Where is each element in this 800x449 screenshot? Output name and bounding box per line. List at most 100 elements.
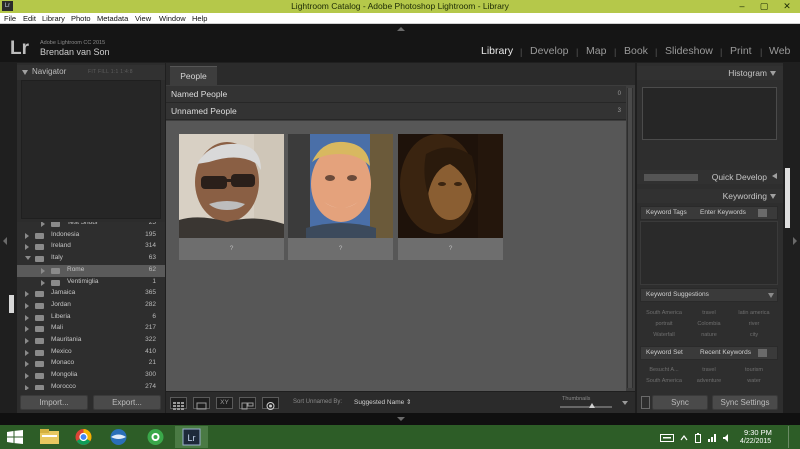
folder-collapsed-icon[interactable] <box>25 314 29 321</box>
keyword-suggestion[interactable]: Waterfall <box>641 332 687 338</box>
keyword-suggestion[interactable]: city <box>731 332 777 338</box>
folder-row[interactable]: Monaco 21 <box>17 358 165 370</box>
network-icon[interactable] <box>707 433 717 445</box>
module-develop[interactable]: Develop <box>530 45 569 57</box>
keyword-suggestion[interactable]: South America <box>641 310 687 316</box>
volume-icon[interactable] <box>722 433 732 445</box>
thumbnail-slider-handle[interactable] <box>589 403 595 408</box>
keyword-suggestion[interactable]: river <box>731 321 777 327</box>
folder-row[interactable]: Mali 217 <box>17 323 165 335</box>
maximize-button[interactable]: ▢ <box>752 0 776 13</box>
tray-up-arrow-icon[interactable] <box>680 433 688 445</box>
grid-view-icon[interactable] <box>170 397 187 410</box>
face-cell[interactable]: ? <box>398 134 503 260</box>
keyword-set-dropdown-arrow-icon[interactable] <box>758 349 767 357</box>
module-map[interactable]: Map <box>586 45 606 57</box>
windows-start-icon[interactable] <box>7 430 23 444</box>
histogram-toggle-icon[interactable] <box>770 71 776 76</box>
module-book[interactable]: Book <box>624 45 648 57</box>
folder-row[interactable]: Italy 63 <box>17 253 165 265</box>
folder-row[interactable]: Liberia 6 <box>17 312 165 324</box>
toolbar-menu-icon[interactable] <box>622 401 628 405</box>
sync-button[interactable]: Sync <box>652 395 708 410</box>
keyword-suggestion[interactable]: portrait <box>641 321 687 327</box>
named-people-header[interactable]: Named People 0 <box>166 86 626 103</box>
navigator-preview[interactable] <box>21 80 161 219</box>
close-button[interactable]: ✕ <box>775 0 799 13</box>
face-name-label[interactable]: ? <box>398 245 503 252</box>
menu-metadata[interactable]: Metadata <box>97 13 128 24</box>
histogram-header[interactable]: Histogram <box>637 66 783 80</box>
folder-row[interactable]: Jordan 282 <box>17 300 165 312</box>
export-button[interactable]: Export... <box>93 395 161 410</box>
face-thumbnail[interactable] <box>398 134 503 238</box>
unnamed-people-header[interactable]: Unnamed People 3 <box>166 103 626 120</box>
folder-collapsed-icon[interactable] <box>25 349 29 356</box>
keyword-set-item[interactable]: Besucht A... <box>641 367 687 373</box>
keyword-suggestion[interactable]: travel <box>686 310 732 316</box>
keyword-set-item[interactable]: adventure <box>686 378 732 384</box>
folder-row[interactable]: Mauritania 322 <box>17 335 165 347</box>
sort-dropdown[interactable]: Suggested Name ⇕ <box>354 398 411 406</box>
folder-collapsed-icon[interactable] <box>25 232 29 239</box>
face-thumbnail[interactable] <box>179 134 284 238</box>
keyword-suggestion[interactable]: Colombia <box>686 321 732 327</box>
navigator-zoom-options[interactable]: FIT FILL 1:1 1:4:8 <box>88 69 133 75</box>
module-slideshow[interactable]: Slideshow <box>665 45 713 57</box>
keywording-header[interactable]: Keywording <box>637 189 783 203</box>
folder-expanded-icon[interactable] <box>25 256 31 261</box>
battery-icon[interactable] <box>694 433 702 445</box>
module-library[interactable]: Library <box>481 45 513 57</box>
menu-edit[interactable]: Edit <box>23 13 36 24</box>
people-view-icon[interactable] <box>262 397 279 410</box>
compare-view-icon[interactable]: XY <box>216 397 233 409</box>
collapse-top-icon[interactable] <box>397 27 405 31</box>
folder-collapsed-icon[interactable] <box>25 338 29 344</box>
lightroom-taskbar-icon[interactable]: Lr <box>175 426 208 448</box>
maps-app-icon[interactable] <box>139 426 172 448</box>
keyword-suggestion[interactable]: nature <box>686 332 732 338</box>
folder-row[interactable]: Ireland 314 <box>17 241 165 253</box>
face-thumbnail[interactable] <box>288 134 393 238</box>
folder-collapsed-icon[interactable] <box>25 384 29 390</box>
folder-row[interactable]: Jamaica 365 <box>17 288 165 300</box>
folder-row[interactable]: Morocco 274 <box>17 382 165 390</box>
folder-collapsed-icon[interactable] <box>41 279 45 286</box>
keyword-tags-dropdown[interactable]: Enter Keywords <box>700 209 746 216</box>
taskbar-date[interactable]: 4/22/2015 <box>740 438 771 445</box>
keyword-tags-dropdown-arrow-icon[interactable] <box>758 209 767 217</box>
keyword-tags-input[interactable] <box>640 221 778 285</box>
folder-collapsed-icon[interactable] <box>41 222 45 227</box>
loupe-view-icon[interactable] <box>193 397 210 410</box>
chrome-icon[interactable] <box>67 426 100 448</box>
keyword-set-item[interactable]: South America <box>641 378 687 384</box>
keyword-suggestions-header[interactable]: Keyword Suggestions <box>640 288 778 302</box>
thunderbird-icon[interactable] <box>102 426 135 448</box>
folder-collapsed-icon[interactable] <box>25 361 29 368</box>
right-panel-scrollbar[interactable] <box>785 168 790 228</box>
keyword-suggestion[interactable]: latin america <box>731 310 777 316</box>
keyboard-icon[interactable] <box>660 433 674 445</box>
folder-collapsed-icon[interactable] <box>41 267 45 274</box>
folder-collapsed-icon[interactable] <box>25 373 29 380</box>
keyword-suggestions-toggle-icon[interactable] <box>768 293 774 298</box>
face-cell[interactable]: ? <box>288 134 393 260</box>
menu-file[interactable]: File <box>4 13 16 24</box>
collapse-left-icon[interactable] <box>3 237 7 245</box>
keyword-set-item[interactable]: tourism <box>731 367 777 373</box>
face-name-label[interactable]: ? <box>179 245 284 252</box>
keyword-set-item[interactable]: travel <box>686 367 732 373</box>
keyword-set-dropdown[interactable]: Recent Keywords <box>700 349 751 356</box>
folder-collapsed-icon[interactable] <box>25 291 29 298</box>
center-scrollbar[interactable] <box>627 88 633 388</box>
menu-photo[interactable]: Photo <box>71 13 91 24</box>
sync-settings-button[interactable]: Sync Settings <box>712 395 778 410</box>
keyword-set-item[interactable]: water <box>731 378 777 384</box>
show-desktop-button[interactable] <box>788 426 792 448</box>
saved-preset-dropdown[interactable] <box>644 174 698 181</box>
folder-collapsed-icon[interactable] <box>25 326 29 333</box>
navigator-toggle-icon[interactable] <box>22 70 28 75</box>
keywording-toggle-icon[interactable] <box>770 194 776 199</box>
file-explorer-icon[interactable] <box>33 426 66 448</box>
folder-row[interactable]: Mongolia 300 <box>17 370 165 382</box>
